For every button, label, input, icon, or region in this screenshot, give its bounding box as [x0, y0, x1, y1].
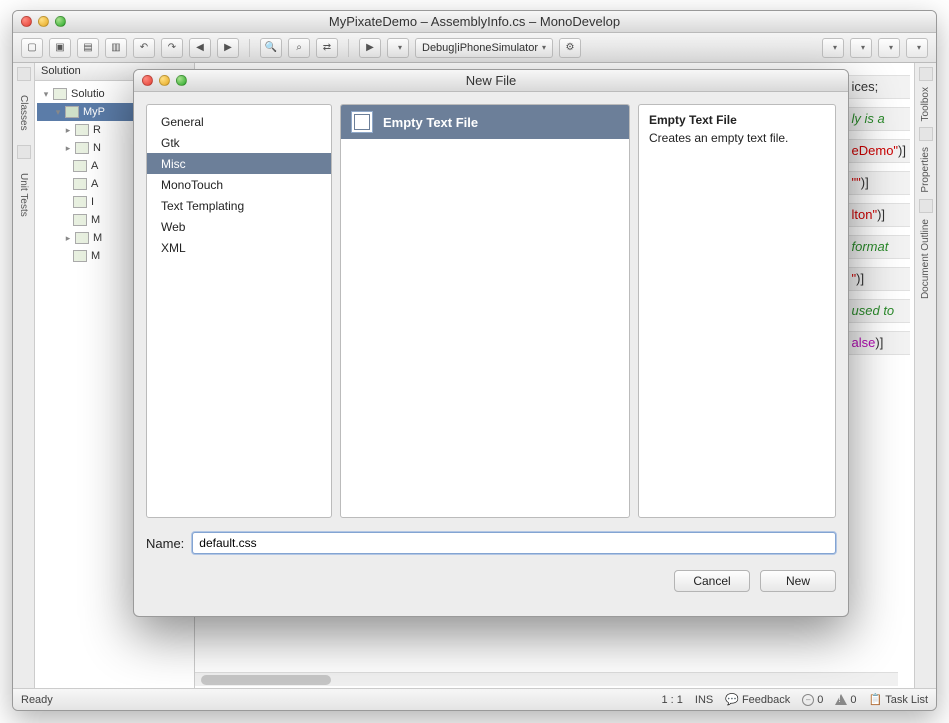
modal-body: General Gtk Misc MonoTouch Text Templati…: [134, 92, 848, 616]
category-pane: General Gtk Misc MonoTouch Text Templati…: [146, 104, 332, 518]
name-row: Name:: [146, 532, 836, 554]
new-file-dialog: New File General Gtk Misc MonoTouch Text…: [133, 69, 849, 617]
desc-body: Creates an empty text file.: [649, 131, 825, 145]
modal-minimize-button[interactable]: [159, 75, 170, 86]
file-icon: [351, 111, 373, 133]
template-pane: Empty Text File: [340, 104, 630, 518]
desc-title: Empty Text File: [649, 113, 825, 127]
cat-misc[interactable]: Misc: [147, 153, 331, 174]
cat-monotouch[interactable]: MonoTouch: [147, 174, 331, 195]
modal-panels: General Gtk Misc MonoTouch Text Templati…: [146, 104, 836, 518]
cancel-button[interactable]: Cancel: [674, 570, 750, 592]
new-button[interactable]: New: [760, 570, 836, 592]
name-label: Name:: [146, 536, 184, 551]
modal-overlay: New File General Gtk Misc MonoTouch Text…: [13, 11, 936, 710]
modal-window-controls: [142, 75, 187, 86]
template-empty-text-file[interactable]: Empty Text File: [341, 105, 629, 139]
category-list: General Gtk Misc MonoTouch Text Templati…: [147, 105, 331, 264]
modal-titlebar: New File: [134, 70, 848, 92]
modal-close-button[interactable]: [142, 75, 153, 86]
main-window: MyPixateDemo – AssemblyInfo.cs – MonoDev…: [12, 10, 937, 711]
template-label: Empty Text File: [383, 115, 478, 130]
cat-text-templating[interactable]: Text Templating: [147, 195, 331, 216]
cat-xml[interactable]: XML: [147, 237, 331, 258]
cat-gtk[interactable]: Gtk: [147, 132, 331, 153]
cat-web[interactable]: Web: [147, 216, 331, 237]
modal-zoom-button[interactable]: [176, 75, 187, 86]
button-row: Cancel New: [146, 570, 836, 592]
modal-title: New File: [142, 73, 840, 88]
name-input[interactable]: [192, 532, 836, 554]
cat-general[interactable]: General: [147, 111, 331, 132]
description-pane: Empty Text File Creates an empty text fi…: [638, 104, 836, 518]
